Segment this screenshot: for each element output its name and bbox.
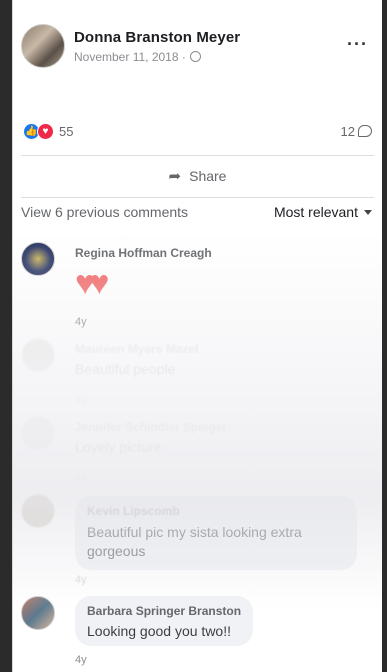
comment-body: Jennifer Schindler Spiegel Lovely pictur… <box>75 420 226 455</box>
commenter-name[interactable]: Jennifer Schindler Spiegel <box>75 420 226 434</box>
comment-time[interactable]: 4y <box>75 472 87 484</box>
share-button[interactable]: ➦ Share <box>13 160 382 192</box>
share-label: Share <box>189 168 227 184</box>
love-icon: ♥ <box>37 122 54 140</box>
comment-item: Regina Hoffman Creagh ♥♥ 4y <box>21 242 374 332</box>
reaction-summary[interactable]: 👍 ♥ 55 <box>23 122 74 140</box>
comment-time[interactable]: 4y <box>75 654 87 666</box>
comments-bar: View 6 previous comments Most relevant <box>21 204 372 220</box>
comment-text: Beautiful pic my sista looking extra gor… <box>87 524 302 559</box>
post-meta: November 11, 2018 · <box>74 50 240 64</box>
comment-time[interactable]: 4y <box>75 316 87 328</box>
post-header: Donna Branston Meyer November 11, 2018 · <box>21 24 240 68</box>
commenter-name[interactable]: Regina Hoffman Creagh <box>75 246 212 260</box>
comment-item: Barbara Springer Branston Looking good y… <box>21 596 374 672</box>
commenter-name[interactable]: Kevin Lipscomb <box>87 504 345 518</box>
reactions-row: 👍 ♥ 55 12 <box>23 120 372 142</box>
comment-body: Maureen Myers Mazel Beautiful people <box>75 342 198 377</box>
chevron-down-icon <box>364 209 372 215</box>
commenter-avatar[interactable] <box>21 416 55 450</box>
divider <box>21 197 374 198</box>
comment-item: Kevin Lipscomb Beautiful pic my sista lo… <box>21 494 374 594</box>
globe-icon <box>189 51 201 62</box>
sort-label: Most relevant <box>273 204 358 220</box>
share-icon: ➦ <box>168 168 182 185</box>
commenter-avatar[interactable] <box>21 596 55 630</box>
comment-icon <box>358 125 372 137</box>
comment-item: Jennifer Schindler Spiegel Lovely pictur… <box>21 416 374 494</box>
author-name[interactable]: Donna Branston Meyer <box>74 29 240 46</box>
author-avatar[interactable] <box>21 24 65 68</box>
comment-time[interactable]: 4y <box>75 394 87 406</box>
comment-count-number: 12 <box>340 123 355 139</box>
commenter-avatar[interactable] <box>21 494 55 528</box>
author-info: Donna Branston Meyer November 11, 2018 · <box>74 29 240 64</box>
more-dots-icon[interactable]: ··· <box>347 34 368 55</box>
comment-count[interactable]: 12 <box>341 124 372 139</box>
commenter-name[interactable]: Barbara Springer Branston <box>87 604 241 618</box>
comment-time[interactable]: 4y <box>75 574 87 586</box>
comment-body: Regina Hoffman Creagh <box>75 246 212 260</box>
commenter-avatar[interactable] <box>21 242 55 276</box>
comment-text: Lovely picture <box>75 439 162 455</box>
sort-dropdown[interactable]: Most relevant <box>274 204 372 220</box>
comment-text: Beautiful people <box>75 361 176 377</box>
comment-item: Maureen Myers Mazel Beautiful people 4y <box>21 338 374 418</box>
commenter-name[interactable]: Maureen Myers Mazel <box>75 342 198 356</box>
post-date[interactable]: November 11, 2018 · <box>74 50 186 64</box>
comment-bubble: Kevin Lipscomb Beautiful pic my sista lo… <box>75 496 357 570</box>
comment-text: Looking good you two!! <box>87 623 231 639</box>
post-card: Donna Branston Meyer November 11, 2018 ·… <box>12 0 382 672</box>
comment-bubble: Barbara Springer Branston Looking good y… <box>75 596 254 646</box>
commenter-avatar[interactable] <box>21 338 55 372</box>
view-previous-comments-link[interactable]: View 6 previous comments <box>21 204 188 220</box>
divider <box>21 155 374 156</box>
reaction-count: 55 <box>59 123 74 139</box>
heart-emoji-icon: ♥♥ <box>75 264 109 302</box>
